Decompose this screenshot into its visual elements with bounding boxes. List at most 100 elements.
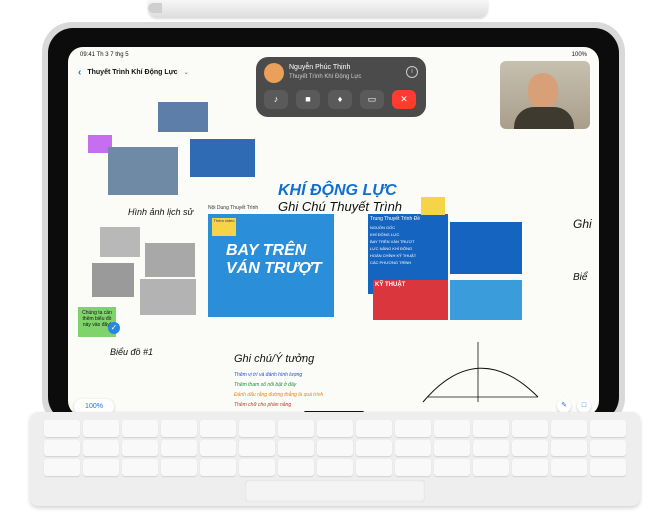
info-icon[interactable]: i: [406, 66, 418, 78]
key[interactable]: [317, 459, 353, 476]
ipad-bezel: 09:41 Th 3 7 thg 5 100% ‹ Thuyết Trình K…: [48, 28, 619, 422]
key[interactable]: [395, 439, 431, 457]
skier-photo[interactable]: [158, 102, 208, 132]
trackpad[interactable]: [245, 480, 425, 502]
presentation-poster[interactable]: Nội Dung Thuyết Trình Thêm video BAY TRÊ…: [208, 205, 334, 317]
key[interactable]: [200, 439, 236, 457]
key[interactable]: [44, 459, 80, 476]
key[interactable]: [473, 439, 509, 457]
key[interactable]: [200, 420, 236, 437]
key[interactable]: [161, 420, 197, 437]
plane-photo-2[interactable]: [145, 243, 195, 277]
board-title[interactable]: Thuyết Trình Khí Động Lực: [87, 69, 177, 76]
key[interactable]: [590, 420, 626, 437]
tool-buttons: ✎ □: [557, 399, 591, 413]
key[interactable]: [83, 459, 119, 476]
key[interactable]: [356, 439, 392, 457]
ky-thuat-card[interactable]: KỸ THUẬT: [373, 280, 448, 320]
yellow-sticky-note[interactable]: [421, 197, 445, 215]
history-heading: Hình ảnh lịch sử: [128, 207, 194, 217]
lift-diagram-card[interactable]: [450, 222, 522, 274]
key[interactable]: [317, 439, 353, 457]
key[interactable]: [200, 459, 236, 476]
key[interactable]: [434, 439, 470, 457]
key[interactable]: [434, 459, 470, 476]
key[interactable]: [278, 439, 314, 457]
agenda-title: Trung Thuyết Trình Đề: [370, 216, 421, 222]
key[interactable]: [473, 459, 509, 476]
bullet-item: Thêm tham số nổi bật ở đây: [234, 382, 297, 388]
right-heading: Ghi: [573, 217, 592, 231]
ski-photo-old[interactable]: [140, 279, 196, 315]
plane-photo-1[interactable]: [100, 227, 140, 257]
key[interactable]: [317, 420, 353, 437]
speaker-button[interactable]: ♪: [264, 90, 288, 109]
key[interactable]: [44, 439, 80, 457]
notes-heading: Ghi chú/Ý tưởng: [234, 353, 315, 365]
end-call-button[interactable]: ✕: [392, 90, 416, 109]
pencil-tip: [148, 3, 162, 13]
caller-name: Nguyễn Phúc Thịnh: [289, 64, 351, 71]
plane-photo-3[interactable]: [92, 263, 134, 297]
key[interactable]: [434, 420, 470, 437]
poster-sticky[interactable]: Thêm video: [212, 218, 236, 236]
key[interactable]: [473, 420, 509, 437]
agenda-item: CÁC PHƯƠNG TRÌNH: [370, 260, 412, 265]
camera-button[interactable]: ■: [296, 90, 320, 109]
key[interactable]: [551, 459, 587, 476]
trajectory-sketch[interactable]: [418, 337, 548, 407]
video-tile[interactable]: [500, 61, 590, 129]
key[interactable]: [512, 459, 548, 476]
facetime-controls: Nguyễn Phúc Thịnh Thuyết Trình Khí Động …: [256, 57, 426, 117]
agenda-item: KHÍ ĐỘNG LỰC: [370, 232, 400, 237]
ipad-frame: 09:41 Th 3 7 thg 5 100% ‹ Thuyết Trình K…: [42, 22, 625, 428]
status-time: 09:41 Th 3 7 thg 5: [80, 52, 129, 58]
avatar: [264, 63, 284, 83]
key-grid: [44, 420, 626, 476]
key[interactable]: [161, 439, 197, 457]
key[interactable]: [512, 439, 548, 457]
key[interactable]: [395, 420, 431, 437]
key[interactable]: [512, 420, 548, 437]
key[interactable]: [278, 459, 314, 476]
key[interactable]: [239, 459, 275, 476]
back-icon[interactable]: ‹: [78, 67, 81, 78]
key[interactable]: [122, 439, 158, 457]
key[interactable]: [590, 459, 626, 476]
agenda-item: HOÀN CHỈNH KỸ THUẬT: [370, 253, 417, 258]
key[interactable]: [395, 459, 431, 476]
right-heading-2: Biể: [573, 272, 588, 283]
key[interactable]: [356, 420, 392, 437]
key[interactable]: [239, 420, 275, 437]
key[interactable]: [590, 439, 626, 457]
key[interactable]: [551, 420, 587, 437]
key[interactable]: [122, 459, 158, 476]
key[interactable]: [356, 459, 392, 476]
chart-heading: Biểu đồ #1: [110, 347, 154, 357]
board-title-sub: Ghi Chú Thuyết Trình: [278, 199, 403, 214]
key[interactable]: [83, 439, 119, 457]
key[interactable]: [83, 420, 119, 437]
share-screen-button[interactable]: ▭: [360, 90, 384, 109]
mute-button[interactable]: ♦: [328, 90, 352, 109]
chevron-down-icon[interactable]: ⌄: [184, 69, 189, 76]
shape-tool-icon[interactable]: □: [577, 399, 591, 413]
key[interactable]: [239, 439, 275, 457]
poster-text: BAY TRÊN VÁN TRƯỢT: [226, 242, 322, 277]
skier-card[interactable]: [450, 280, 522, 320]
freeform-screen[interactable]: 09:41 Th 3 7 thg 5 100% ‹ Thuyết Trình K…: [68, 47, 599, 416]
flight-photo[interactable]: [190, 139, 255, 177]
key[interactable]: [551, 439, 587, 457]
agenda-item: BAY TRÊN VÁN TRƯỢT: [370, 239, 415, 244]
key[interactable]: [278, 420, 314, 437]
caller-subtitle: Thuyết Trình Khí Động Lực: [289, 74, 362, 80]
key[interactable]: [161, 459, 197, 476]
ski-jump-photo[interactable]: [108, 147, 178, 195]
key[interactable]: [44, 420, 80, 437]
pencil-tool-icon[interactable]: ✎: [557, 399, 571, 413]
agenda-item: NGUỒN GỐC: [370, 225, 396, 230]
board-title-main: KHÍ ĐỘNG LỰC: [278, 182, 397, 199]
agenda-item: LỰC NÂNG KHÍ ĐỘNG: [370, 246, 413, 251]
key[interactable]: [122, 420, 158, 437]
apple-pencil: [148, 0, 488, 18]
